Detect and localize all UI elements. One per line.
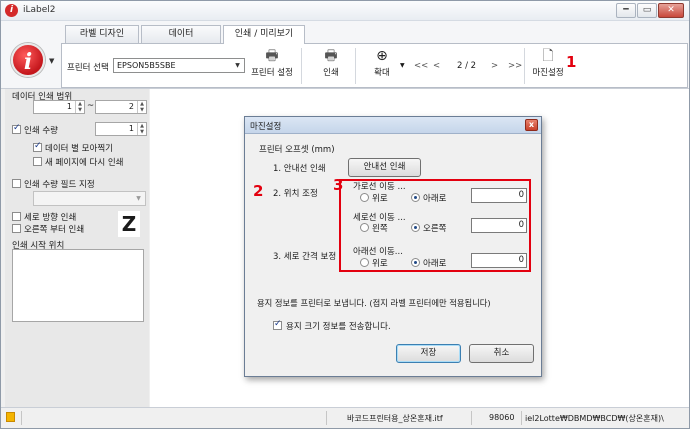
status-file-name: 바코드프린터용_상온혼재.itf [347,414,443,423]
close-button[interactable]: ✕ [658,3,684,18]
margin-settings-label: 마진설정 [532,68,564,78]
status-count: 98060 [489,413,515,422]
margin-settings-button[interactable]: 🗋 마진설정 [528,48,568,78]
page-indicator: 2 / 2 [457,61,477,71]
app-menu-chevron-down-icon[interactable]: ▼ [49,57,54,65]
print-qty-label: 인쇄 수량 [24,126,58,136]
last-page-button[interactable]: >> [508,61,522,71]
from-right-label: 오른쪽 부터 인쇄 [24,225,85,235]
zoom-label: 확대 [374,68,390,78]
minimize-button[interactable]: ━ [616,3,636,18]
printer-settings-button[interactable]: 🖶 프린터 설정 [249,48,295,78]
range-from-value: 1 [66,102,72,111]
annotation-number-1: 1 [566,53,577,71]
vertical-print-label: 세로 방향 인쇄 [24,213,77,223]
offset-label: 프린터 오프셋 (mm) [259,145,335,155]
range-to-value: 2 [128,102,134,111]
qty-field-checkbox[interactable] [12,179,21,188]
cancel-button[interactable]: 취소 [469,344,534,363]
print-qty-value: 1 [128,124,134,133]
annotation-highlight-box [339,179,531,272]
toolbar-divider [524,48,525,84]
printer-select-value: EPSON5B5SBE [117,61,176,70]
status-icon [6,412,15,422]
spinner-arrows-icon[interactable]: ▲ ▼ [75,101,84,113]
qty-field-label: 인쇄 수량 필드 지정 [24,180,95,190]
toolbar-divider [301,48,302,84]
spinner-arrows-icon[interactable]: ▲ ▼ [137,123,146,135]
range-separator: ~ [87,101,95,111]
app-logo-icon[interactable]: i [11,43,45,77]
step2-label: 2. 위치 조정 [273,189,318,199]
tab-data[interactable]: 데이터 [141,25,221,43]
range-from-input[interactable]: 1 ▲ ▼ [33,100,85,114]
status-divider [521,411,522,425]
prev-page-button[interactable]: < [433,61,440,71]
printer-select-label: 프린터 선택 [67,63,109,73]
status-divider [326,411,327,425]
print-button[interactable]: 🖶 인쇄 [314,48,348,78]
dialog-title: 마진설정 [250,122,282,132]
save-button[interactable]: 저장 [396,344,461,363]
z-order-icon: Z [118,211,140,237]
title-bar: i iLabel2 ━ ▭ ✕ [1,1,689,21]
zoom-dropdown-chevron-down-icon[interactable]: ▼ [400,62,405,69]
app-icon: i [5,4,18,17]
collate-label: 데이터 별 모아찍기 [45,144,113,154]
zoom-button[interactable]: ⊕ 확대 [365,48,399,78]
status-divider [471,411,472,425]
tab-label-design[interactable]: 라벨 디자인 [65,25,139,43]
status-bar: 바코드프린터용_상온혼재.itf 98060 iel2Lotte₩DBMD₩BC… [1,407,689,428]
dialog-title-bar: 마진설정 x [245,117,541,134]
send-size-checkbox[interactable] [273,319,282,330]
start-position-list[interactable] [12,249,144,322]
first-page-button[interactable]: << [414,61,428,71]
restore-button[interactable]: ▭ [637,3,657,18]
vertical-print-checkbox[interactable] [12,212,21,221]
status-path: iel2Lotte₩DBMD₩BCD₩(상온혼재)\ [525,414,664,423]
chevron-down-icon: ▼ [235,62,240,69]
printer-settings-icon: 🖶 [265,48,279,64]
printer-select[interactable]: EPSON5B5SBE ▼ [113,58,245,73]
guide-print-button[interactable]: 안내선 인쇄 [348,158,421,177]
next-page-button[interactable]: > [491,61,498,71]
window-title: iLabel2 [23,5,56,15]
annotation-number-2: 2 [253,182,264,200]
status-divider [21,411,22,425]
send-size-label: 용지 크기 정보를 전송합니다. [286,322,391,332]
spinner-arrows-icon[interactable]: ▲ ▼ [137,101,146,113]
tab-print-preview[interactable]: 인쇄 / 미리보기 [223,25,305,44]
chevron-down-icon: ▼ [136,195,141,202]
new-page-label: 새 페이지에 다시 인쇄 [45,158,124,168]
step3-label: 3. 세로 간격 보정 [273,252,337,262]
printer-settings-label: 프린터 설정 [251,68,293,78]
magnifier-plus-icon: ⊕ [376,48,388,64]
range-to-input[interactable]: 2 ▲ ▼ [95,100,147,114]
send-info-text: 용지 정보를 프린터로 보냅니다. (접지 라벨 프린터에만 적용됩니다) [257,298,491,308]
toolbar-divider [355,48,356,84]
new-page-checkbox[interactable] [33,157,42,166]
from-right-checkbox[interactable] [12,224,21,233]
step1-label: 1. 안내선 인쇄 [273,164,326,174]
collate-checkbox[interactable] [33,141,42,152]
print-label: 인쇄 [323,68,339,78]
qty-field-select[interactable]: ▼ [33,191,146,206]
printer-icon: 🖶 [324,48,338,64]
print-qty-checkbox[interactable] [12,123,21,134]
dialog-close-button[interactable]: x [525,119,538,131]
print-qty-input[interactable]: 1 ▲ ▼ [95,122,147,136]
document-icon: 🗋 [542,48,554,64]
